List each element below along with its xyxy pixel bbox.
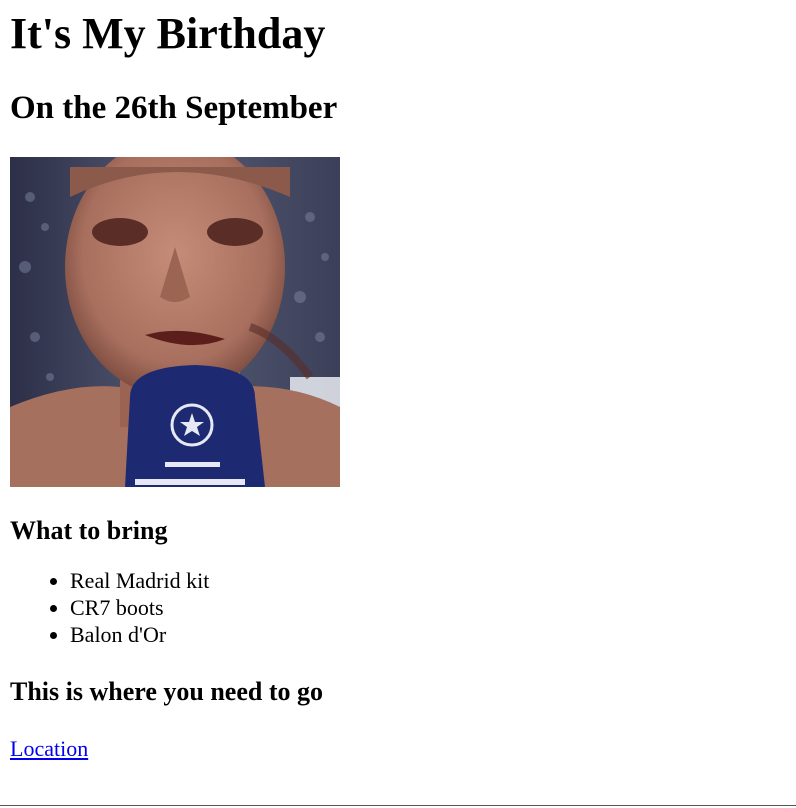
birthday-photo [10,157,340,487]
date-subtitle: On the 26th September [10,90,338,126]
list-item: Real Madrid kit [70,567,786,594]
location-link[interactable]: Location [10,735,88,762]
directions-heading: This is where you need to go [10,677,323,706]
page-title: It's My Birthday [10,9,326,58]
page: It's My Birthday On the 26th September W… [0,0,796,808]
bring-list: Real Madrid kit CR7 boots Balon d'Or [10,567,786,648]
list-item: CR7 boots [70,594,786,621]
bring-heading: What to bring [10,516,168,545]
bottom-divider [0,805,796,806]
list-item: Balon d'Or [70,621,786,648]
